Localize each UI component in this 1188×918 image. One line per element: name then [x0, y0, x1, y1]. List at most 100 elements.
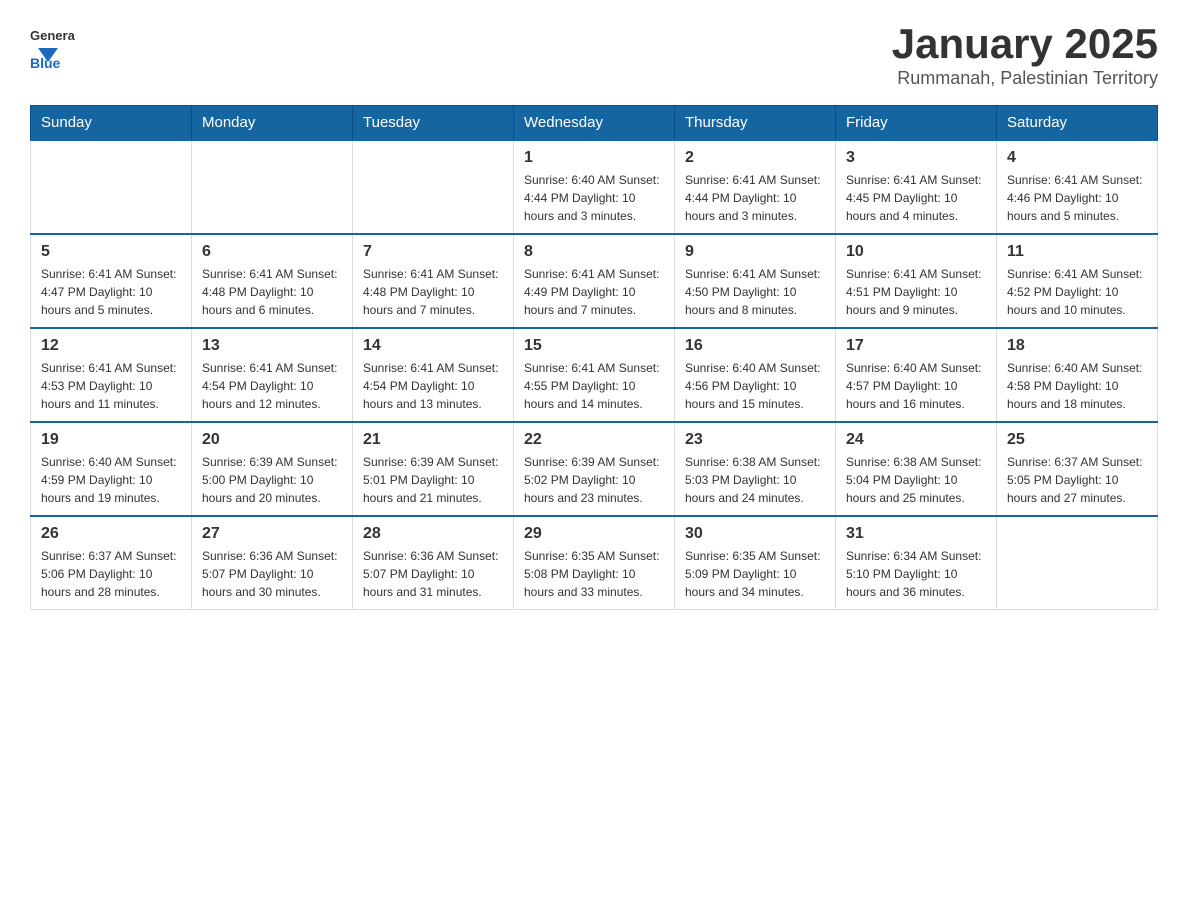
day-info: Sunrise: 6:39 AM Sunset: 5:00 PM Dayligh… — [202, 453, 342, 507]
calendar-cell: 1 Sunrise: 6:40 AM Sunset: 4:44 PM Daylig… — [514, 140, 675, 234]
calendar-cell: 30Sunrise: 6:35 AM Sunset: 5:09 PM Dayli… — [675, 516, 836, 610]
calendar-cell — [353, 140, 514, 234]
logo: General Blue — [30, 20, 75, 70]
day-number: 31 — [846, 525, 986, 543]
day-number: 25 — [1007, 431, 1147, 449]
day-info: Sunrise: 6:41 AM Sunset: 4:51 PM Dayligh… — [846, 265, 986, 319]
calendar-cell: 29Sunrise: 6:35 AM Sunset: 5:08 PM Dayli… — [514, 516, 675, 610]
day-headers-row: SundayMondayTuesdayWednesdayThursdayFrid… — [31, 106, 1158, 141]
day-number: 30 — [685, 525, 825, 543]
calendar-cell: 31 Sunrise: 6:34 AM Sunset: 5:10 PM Dayli… — [836, 516, 997, 610]
svg-text:Blue: Blue — [30, 55, 61, 70]
day-info: Sunrise: 6:41 AM Sunset: 4:49 PM Dayligh… — [524, 265, 664, 319]
calendar-cell: 19 Sunrise: 6:40 AM Sunset: 4:59 PM Dayli… — [31, 422, 192, 516]
day-info: Sunrise: 6:41 AM Sunset: 4:47 PM Dayligh… — [41, 265, 181, 319]
day-number: 27 — [202, 525, 342, 543]
calendar-cell: 9Sunrise: 6:41 AM Sunset: 4:50 PM Daylig… — [675, 234, 836, 328]
day-number: 16 — [685, 337, 825, 355]
day-number: 15 — [524, 337, 664, 355]
page-header: General Blue January 2025 Rummanah, Pale… — [30, 20, 1158, 89]
day-number: 19 — [41, 431, 181, 449]
day-info: Sunrise: 6:38 AM Sunset: 5:03 PM Dayligh… — [685, 453, 825, 507]
calendar-cell: 20 Sunrise: 6:39 AM Sunset: 5:00 PM Dayli… — [192, 422, 353, 516]
calendar-week-1: 1 Sunrise: 6:40 AM Sunset: 4:44 PM Daylig… — [31, 140, 1158, 234]
day-info: Sunrise: 6:41 AM Sunset: 4:55 PM Dayligh… — [524, 359, 664, 413]
day-info: Sunrise: 6:41 AM Sunset: 4:54 PM Dayligh… — [363, 359, 503, 413]
day-number: 24 — [846, 431, 986, 449]
calendar-week-2: 5 Sunrise: 6:41 AM Sunset: 4:47 PM Daylig… — [31, 234, 1158, 328]
day-number: 20 — [202, 431, 342, 449]
calendar-cell: 27 Sunrise: 6:36 AM Sunset: 5:07 PM Dayli… — [192, 516, 353, 610]
day-number: 4 — [1007, 149, 1147, 167]
calendar-table: SundayMondayTuesdayWednesdayThursdayFrid… — [30, 105, 1158, 610]
day-number: 22 — [524, 431, 664, 449]
calendar-cell: 14 Sunrise: 6:41 AM Sunset: 4:54 PM Dayli… — [353, 328, 514, 422]
day-info: Sunrise: 6:34 AM Sunset: 5:10 PM Dayligh… — [846, 547, 986, 601]
day-number: 14 — [363, 337, 503, 355]
calendar-cell: 7 Sunrise: 6:41 AM Sunset: 4:48 PM Daylig… — [353, 234, 514, 328]
day-number: 7 — [363, 243, 503, 261]
calendar-body: 1 Sunrise: 6:40 AM Sunset: 4:44 PM Daylig… — [31, 140, 1158, 610]
location-subtitle: Rummanah, Palestinian Territory — [892, 68, 1158, 89]
calendar-header: SundayMondayTuesdayWednesdayThursdayFrid… — [31, 106, 1158, 141]
day-number: 5 — [41, 243, 181, 261]
calendar-cell: 26 Sunrise: 6:37 AM Sunset: 5:06 PM Dayli… — [31, 516, 192, 610]
day-info: Sunrise: 6:41 AM Sunset: 4:45 PM Dayligh… — [846, 171, 986, 225]
calendar-cell — [192, 140, 353, 234]
day-number: 11 — [1007, 243, 1147, 261]
day-number: 21 — [363, 431, 503, 449]
day-header-monday: Monday — [192, 106, 353, 141]
calendar-cell: 6Sunrise: 6:41 AM Sunset: 4:48 PM Daylig… — [192, 234, 353, 328]
day-number: 23 — [685, 431, 825, 449]
day-header-friday: Friday — [836, 106, 997, 141]
logo-svg-icon: General Blue — [30, 20, 75, 70]
calendar-cell: 3 Sunrise: 6:41 AM Sunset: 4:45 PM Daylig… — [836, 140, 997, 234]
day-header-wednesday: Wednesday — [514, 106, 675, 141]
calendar-cell: 23 Sunrise: 6:38 AM Sunset: 5:03 PM Dayli… — [675, 422, 836, 516]
calendar-cell: 8 Sunrise: 6:41 AM Sunset: 4:49 PM Daylig… — [514, 234, 675, 328]
day-info: Sunrise: 6:40 AM Sunset: 4:56 PM Dayligh… — [685, 359, 825, 413]
day-info: Sunrise: 6:35 AM Sunset: 5:08 PM Dayligh… — [524, 547, 664, 601]
day-info: Sunrise: 6:40 AM Sunset: 4:58 PM Dayligh… — [1007, 359, 1147, 413]
day-number: 1 — [524, 149, 664, 167]
calendar-cell: 2Sunrise: 6:41 AM Sunset: 4:44 PM Daylig… — [675, 140, 836, 234]
calendar-week-3: 12Sunrise: 6:41 AM Sunset: 4:53 PM Dayli… — [31, 328, 1158, 422]
calendar-cell: 4 Sunrise: 6:41 AM Sunset: 4:46 PM Daylig… — [997, 140, 1158, 234]
day-info: Sunrise: 6:41 AM Sunset: 4:48 PM Dayligh… — [363, 265, 503, 319]
day-info: Sunrise: 6:40 AM Sunset: 4:44 PM Dayligh… — [524, 171, 664, 225]
day-info: Sunrise: 6:38 AM Sunset: 5:04 PM Dayligh… — [846, 453, 986, 507]
day-info: Sunrise: 6:41 AM Sunset: 4:44 PM Dayligh… — [685, 171, 825, 225]
day-number: 3 — [846, 149, 986, 167]
calendar-cell: 15 Sunrise: 6:41 AM Sunset: 4:55 PM Dayli… — [514, 328, 675, 422]
title-area: January 2025 Rummanah, Palestinian Terri… — [892, 20, 1158, 89]
calendar-cell — [997, 516, 1158, 610]
calendar-cell: 10 Sunrise: 6:41 AM Sunset: 4:51 PM Dayli… — [836, 234, 997, 328]
calendar-cell: 13Sunrise: 6:41 AM Sunset: 4:54 PM Dayli… — [192, 328, 353, 422]
calendar-cell: 22Sunrise: 6:39 AM Sunset: 5:02 PM Dayli… — [514, 422, 675, 516]
day-number: 26 — [41, 525, 181, 543]
calendar-cell: 12Sunrise: 6:41 AM Sunset: 4:53 PM Dayli… — [31, 328, 192, 422]
day-header-sunday: Sunday — [31, 106, 192, 141]
day-header-saturday: Saturday — [997, 106, 1158, 141]
day-number: 8 — [524, 243, 664, 261]
calendar-cell: 28Sunrise: 6:36 AM Sunset: 5:07 PM Dayli… — [353, 516, 514, 610]
calendar-cell: 17 Sunrise: 6:40 AM Sunset: 4:57 PM Dayli… — [836, 328, 997, 422]
day-number: 17 — [846, 337, 986, 355]
day-info: Sunrise: 6:41 AM Sunset: 4:53 PM Dayligh… — [41, 359, 181, 413]
day-info: Sunrise: 6:36 AM Sunset: 5:07 PM Dayligh… — [363, 547, 503, 601]
day-info: Sunrise: 6:36 AM Sunset: 5:07 PM Dayligh… — [202, 547, 342, 601]
svg-text:General: General — [30, 28, 75, 43]
day-info: Sunrise: 6:39 AM Sunset: 5:01 PM Dayligh… — [363, 453, 503, 507]
day-info: Sunrise: 6:40 AM Sunset: 4:59 PM Dayligh… — [41, 453, 181, 507]
calendar-cell: 24 Sunrise: 6:38 AM Sunset: 5:04 PM Dayli… — [836, 422, 997, 516]
calendar-cell: 11Sunrise: 6:41 AM Sunset: 4:52 PM Dayli… — [997, 234, 1158, 328]
day-info: Sunrise: 6:41 AM Sunset: 4:46 PM Dayligh… — [1007, 171, 1147, 225]
day-number: 18 — [1007, 337, 1147, 355]
calendar-cell: 16 Sunrise: 6:40 AM Sunset: 4:56 PM Dayli… — [675, 328, 836, 422]
calendar-week-5: 26 Sunrise: 6:37 AM Sunset: 5:06 PM Dayli… — [31, 516, 1158, 610]
day-info: Sunrise: 6:41 AM Sunset: 4:48 PM Dayligh… — [202, 265, 342, 319]
day-info: Sunrise: 6:37 AM Sunset: 5:06 PM Dayligh… — [41, 547, 181, 601]
day-number: 10 — [846, 243, 986, 261]
day-info: Sunrise: 6:41 AM Sunset: 4:50 PM Dayligh… — [685, 265, 825, 319]
day-info: Sunrise: 6:40 AM Sunset: 4:57 PM Dayligh… — [846, 359, 986, 413]
